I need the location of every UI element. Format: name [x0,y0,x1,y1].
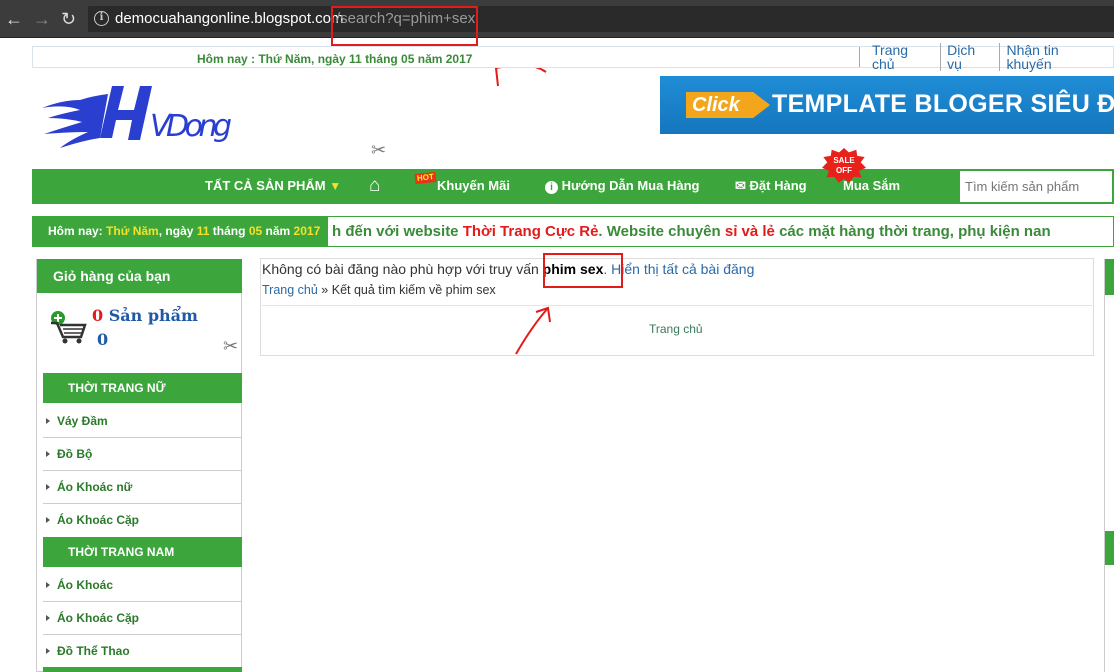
news-ticker: Hôm nay: Thứ Năm, ngày 11 tháng 05 năm 2… [32,216,1114,247]
top-link-services[interactable]: Dịch vụ [941,43,1001,71]
breadcrumb: Trang chủ » Kết quả tìm kiếm về phim sex [262,283,496,297]
forward-arrow-icon[interactable]: → [33,9,51,29]
ticker-day: 11 [196,224,210,238]
ticker-text: h đến với website Thời Trang Cực Rẻ. Web… [332,223,1051,240]
banner-text: TEMPLATE BLOGER SIÊU ĐẸP [772,90,1114,118]
menu-all-products[interactable]: TẤT CẢ SẢN PHẨM ▼ [205,178,341,193]
back-arrow-icon[interactable]: ← [5,9,23,29]
site-logo[interactable]: VDong [40,78,240,158]
tools-icon[interactable]: ✂ [223,336,243,356]
top-date: Hôm nay : Thứ Năm, ngày 11 tháng 05 năm … [197,52,473,66]
ticker-month: 05 [248,224,263,238]
category-item[interactable]: Áo Khoác nữ [43,471,242,504]
ticker-day-word: , ngày [158,224,194,238]
category-header-women: THỜI TRANG NỮ [43,373,242,403]
browser-toolbar: ← → ↻ i democuahangonline.blogspot.com /… [0,0,1114,38]
top-bar: Hôm nay : Thứ Năm, ngày 11 tháng 05 năm … [32,43,1114,71]
category-item[interactable]: Váy Đầm [43,405,242,438]
menu-order[interactable]: ✉ Đặt Hàng [735,178,807,194]
cart-title: Giỏ hàng của bạn [37,259,242,293]
ticker-text-2: Thời Trang Cực Rẻ [462,223,599,240]
top-link-newsletter[interactable]: Nhận tin khuyến [1000,43,1113,71]
menu-promo[interactable]: Khuyến Mãi [437,178,510,193]
category-item[interactable]: Đồ Thể Thao [43,635,242,668]
ticker-date-prefix: Hôm nay: [48,224,103,238]
sale-badge-text-2: OFF [836,166,852,175]
divider [262,305,1092,306]
breadcrumb-home-link[interactable]: Trang chủ [262,283,318,297]
cart-count-value: 0 [92,306,104,325]
breadcrumb-current: Kết quả tìm kiếm về phim sex [331,283,496,297]
menu-all-products-label: TẤT CẢ SẢN PHẨM [205,178,326,193]
main-menu: TẤT CẢ SẢN PHẨM ▼ ⌂ Khuyến Mãi i Hướng D… [32,169,958,204]
menu-guide-label: Hướng Dẫn Mua Hàng [561,178,700,193]
logo-flame-icon: VDong [42,86,232,148]
ticker-date: Hôm nay: Thứ Năm, ngày 11 tháng 05 năm 2… [36,217,328,246]
sidebar-green-strip [43,667,242,672]
no-results-message: Không có bài đăng nào phù hợp với truy v… [262,261,754,277]
product-search [958,169,1114,204]
ticker-text-1: h đến với website [332,223,463,240]
banner-click-label: Click [686,92,770,118]
menu-guide[interactable]: i Hướng Dẫn Mua Hàng [545,178,699,194]
ticker-text-3: . Website chuyên [598,223,725,240]
menu-shop[interactable]: Mua Sắm [843,178,900,193]
ticker-weekday: Thứ Năm [106,224,159,238]
query-annotation-box [543,253,623,288]
info-icon[interactable]: i [94,11,109,26]
info-circle-icon: i [545,181,558,194]
url-annotation-box [331,6,478,46]
chevron-down-icon: ▼ [329,179,342,193]
sale-badge-text-1: SALE [833,156,855,165]
mail-icon: ✉ [735,178,746,193]
right-sidebar-header [1105,259,1114,295]
shopping-cart-icon[interactable] [49,309,89,345]
category-item[interactable]: Đồ Bộ [43,438,242,471]
ticker-year: 2017 [293,224,321,238]
logo-text: VDong [150,109,232,144]
cart-total: 0 [97,330,109,349]
cart-count: 0 Sản phẩm [92,306,198,325]
top-link-home[interactable]: Trang chủ [866,43,942,71]
pager-home-link[interactable]: Trang chủ [649,322,703,336]
category-item[interactable]: Áo Khoác [43,569,242,602]
cart-count-label: Sản phẩm [103,306,198,325]
no-results-text: Không có bài đăng nào phù hợp với truy v… [262,261,543,277]
category-item[interactable]: Áo Khoác Cặp [43,504,242,537]
menu-order-label: Đặt Hàng [749,178,807,193]
tools-icon[interactable]: ✂ [371,140,391,160]
show-all-link[interactable]: . Hiển thị tất cả bài đăng [603,261,754,277]
ticker-year-word: năm [265,224,291,238]
address-bar[interactable]: i democuahangonline.blogspot.com /search… [88,6,1114,32]
top-links: Trang chủ Dịch vụ Nhận tin khuyến [859,43,1113,71]
right-sidebar-header [1105,531,1114,565]
category-header-men: THỜI TRANG NAM [43,537,242,567]
template-banner[interactable]: Click TEMPLATE BLOGER SIÊU ĐẸP [660,76,1114,134]
search-input[interactable] [960,171,1112,202]
ticker-month-word: tháng [212,224,246,238]
sidebar: Giỏ hàng của bạn 0 Sản phẩm 0 ✂ THỜI TRA… [36,259,242,672]
ticker-text-5: các mặt hàng thời trang, phụ kiện nan [774,223,1051,240]
home-icon[interactable]: ⌂ [369,175,380,197]
annotation-arrow-bottom [515,306,551,355]
right-sidebar-edge [1104,259,1114,672]
ticker-text-4: sỉ và lẻ [724,223,775,240]
category-item[interactable]: Áo Khoác Cặp [43,602,242,635]
url-host: democuahangonline.blogspot.com [115,10,344,27]
reload-icon[interactable]: ↻ [61,9,76,29]
breadcrumb-separator: » [317,283,332,297]
